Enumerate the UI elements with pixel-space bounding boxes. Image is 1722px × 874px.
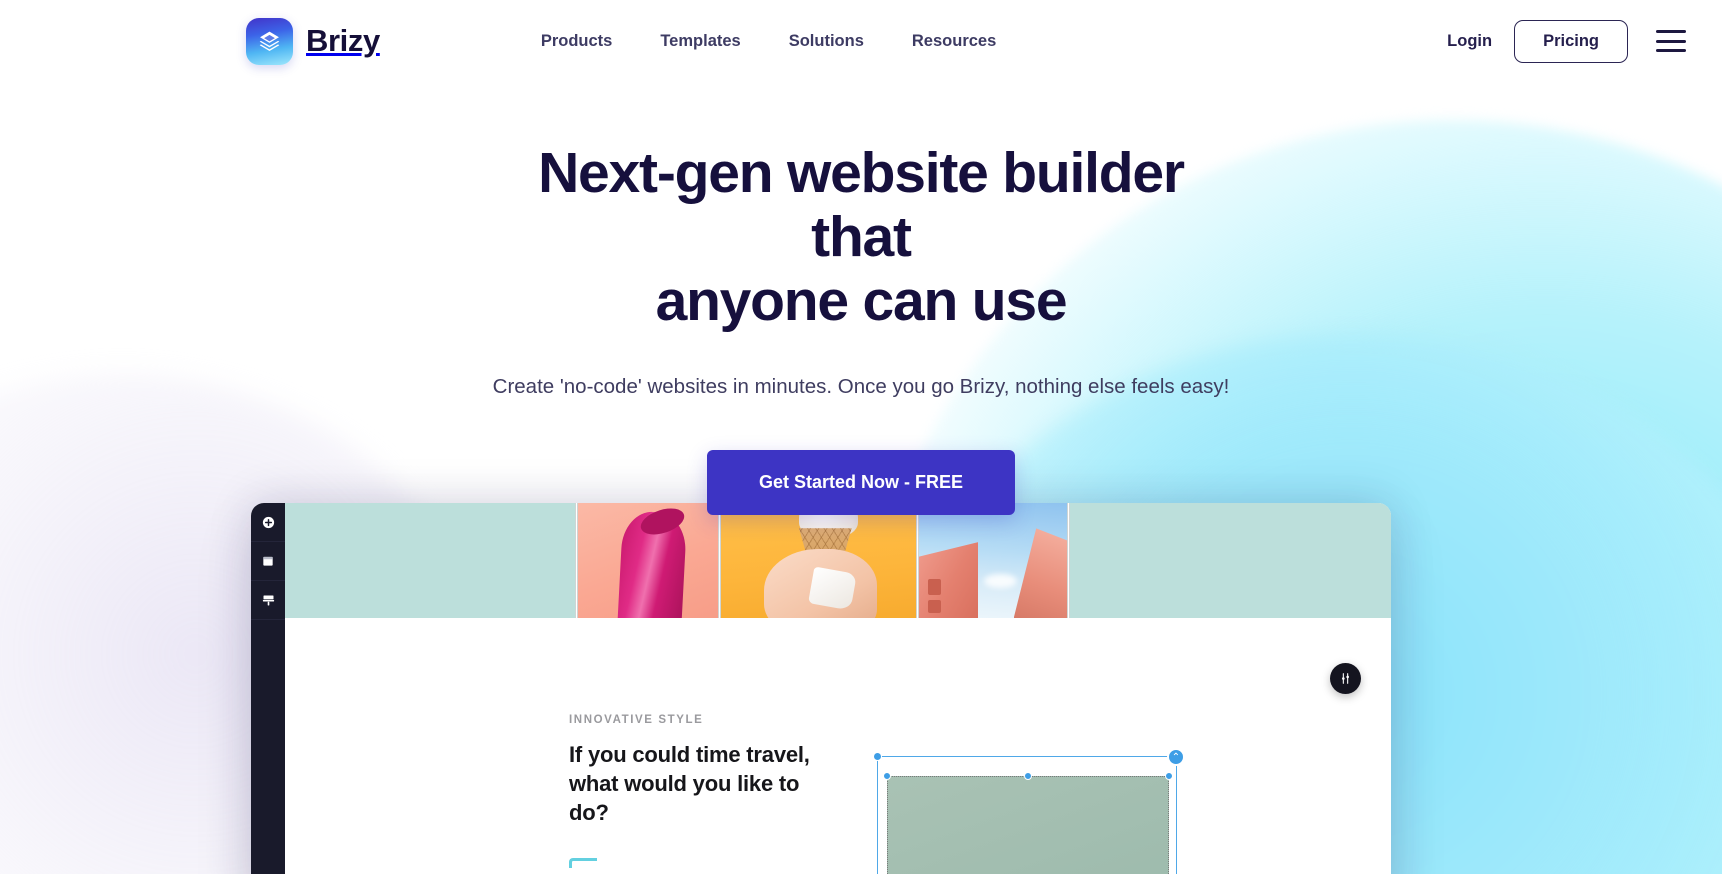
brand-logo-link[interactable]: Brizy bbox=[246, 17, 380, 65]
rotate-handle[interactable]: ⌃ bbox=[1167, 748, 1185, 766]
page-layout-icon[interactable] bbox=[251, 542, 285, 581]
brand-name: Brizy bbox=[306, 23, 380, 58]
editor-content-area: INNOVATIVE STYLE If you could time trave… bbox=[285, 618, 1391, 874]
sliders-settings-icon[interactable] bbox=[1330, 663, 1361, 694]
hamburger-line bbox=[1656, 49, 1686, 52]
layers-stack-icon bbox=[246, 17, 293, 65]
headline-line-1: Next-gen website builder that bbox=[538, 141, 1185, 269]
resize-handle-top-left[interactable] bbox=[873, 752, 882, 761]
nav-solutions[interactable]: Solutions bbox=[789, 32, 864, 51]
strip-spacer-left bbox=[285, 503, 575, 618]
site-header: Brizy Products Templates Solutions Resou… bbox=[0, 0, 1722, 82]
editor-sidebar bbox=[251, 503, 285, 874]
editor-heading-text[interactable]: If you could time travel, what would you… bbox=[569, 740, 819, 827]
nav-templates[interactable]: Templates bbox=[660, 32, 740, 51]
selected-image-element[interactable] bbox=[887, 776, 1169, 874]
get-started-button[interactable]: Get Started Now - FREE bbox=[706, 450, 1016, 516]
strip-spacer-right bbox=[1070, 503, 1391, 618]
editor-eyebrow-text: INNOVATIVE STYLE bbox=[569, 714, 704, 726]
nav-products[interactable]: Products bbox=[541, 32, 613, 51]
page-title: Next-gen website builder that anyone can… bbox=[481, 141, 1241, 333]
hamburger-line bbox=[1656, 39, 1686, 43]
hamburger-line bbox=[1656, 30, 1686, 33]
editor-image-strip bbox=[285, 503, 1391, 618]
hero-section: Next-gen website builder that anyone can… bbox=[0, 82, 1722, 516]
crop-handle-top-center[interactable] bbox=[1024, 772, 1032, 780]
crop-handle-top-left[interactable] bbox=[883, 772, 891, 780]
login-link[interactable]: Login bbox=[1447, 32, 1492, 51]
image-lipstick[interactable] bbox=[578, 503, 718, 618]
pricing-button[interactable]: Pricing bbox=[1514, 19, 1628, 63]
crop-handle-top-right[interactable] bbox=[1165, 772, 1173, 780]
paint-styling-icon[interactable] bbox=[251, 581, 285, 620]
image-pink-architecture[interactable] bbox=[919, 503, 1067, 618]
header-actions: Login Pricing bbox=[1447, 19, 1686, 63]
nav-resources[interactable]: Resources bbox=[912, 32, 996, 51]
headline-line-2: anyone can use bbox=[655, 268, 1068, 333]
editor-canvas: INNOVATIVE STYLE If you could time trave… bbox=[285, 503, 1391, 874]
primary-navigation: Products Templates Solutions Resources bbox=[541, 32, 996, 51]
portrait-photo bbox=[983, 861, 1168, 874]
editor-link-decoration bbox=[569, 858, 597, 868]
editor-preview-window: INNOVATIVE STYLE If you could time trave… bbox=[251, 503, 1391, 874]
image-ice-cream-cone[interactable] bbox=[721, 503, 916, 618]
hamburger-menu-icon[interactable] bbox=[1656, 30, 1686, 52]
editor-sidebar-filler bbox=[251, 620, 285, 874]
hero-subheadline: Create 'no-code' websites in minutes. On… bbox=[492, 375, 1230, 399]
